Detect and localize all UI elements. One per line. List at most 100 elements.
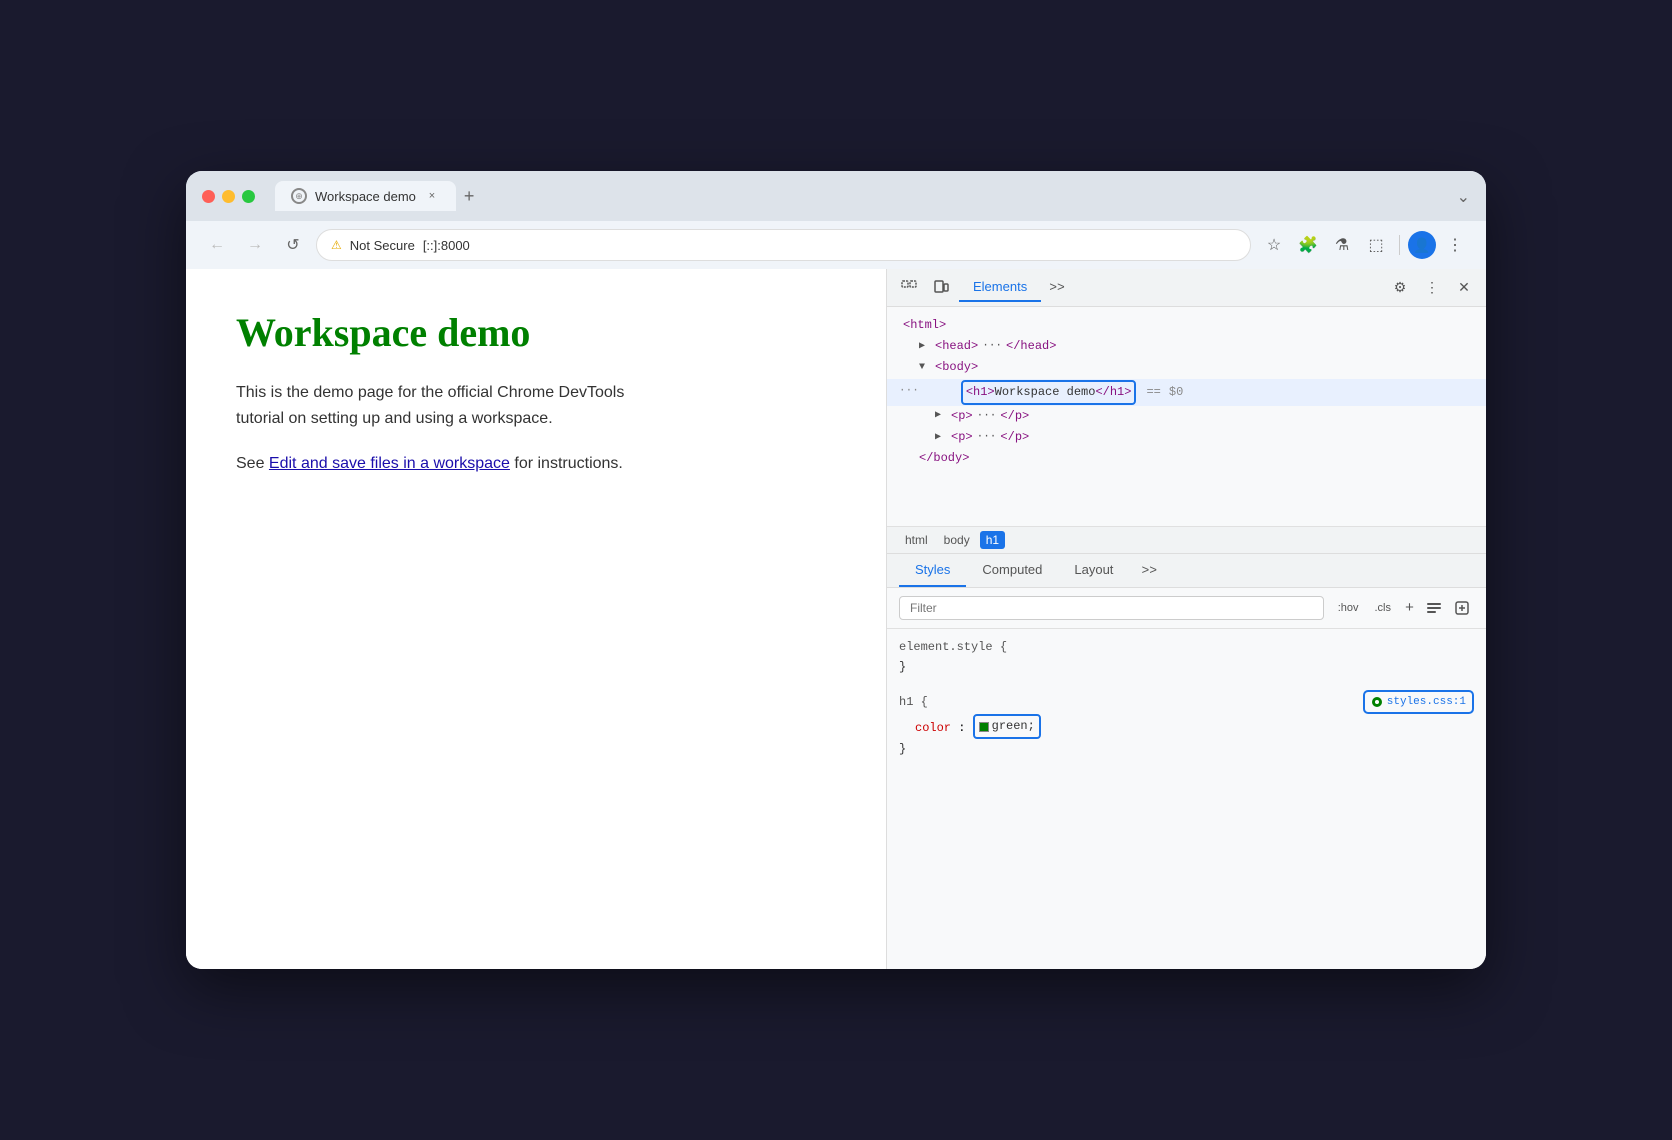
tab-title: Workspace demo [315,189,416,204]
styles-tab-layout[interactable]: Layout [1058,554,1129,587]
dom-h1-close-tag: </h1> [1095,383,1131,402]
filter-hov-button[interactable]: :hov [1332,599,1365,617]
devtools-more-button[interactable]: ⋮ [1418,274,1446,302]
css-rule-h1: h1 { styles.css:1 color : green; [899,690,1474,760]
dom-p1-triangle[interactable]: ▶ [935,408,947,424]
extensions-button[interactable]: 🧩 [1293,230,1323,260]
dom-body-line[interactable]: ▼ <body> [887,357,1486,378]
dom-p2-triangle[interactable]: ▶ [935,430,947,446]
styles-panel: Styles Computed Layout >> :hov .cls [887,554,1486,969]
tab-menu-button[interactable]: ⌄ [1457,187,1470,207]
tab-elements[interactable]: Elements [959,273,1041,302]
filter-input[interactable] [899,596,1324,620]
dom-h1-equals: == [1146,383,1160,402]
css-property-name-color: color [915,722,951,736]
dom-p2-tag: <p> [951,428,973,447]
dom-p1-line[interactable]: ▶ <p> ··· </p> [887,406,1486,427]
devtools-tabs: Elements >> [959,273,1382,302]
css-h1-property-row: color : green; [899,714,1474,739]
forward-button[interactable]: → [240,230,270,260]
tab-more[interactable]: >> [1041,274,1073,301]
dom-p1-ellipsis: ··· [977,408,997,426]
filter-styles-icon-1[interactable] [1422,596,1446,620]
css-h1-selector-row: h1 { styles.css:1 [899,690,1474,715]
browser-content: Workspace demo This is the demo page for… [186,269,1486,969]
dom-p1-tag: <p> [951,407,973,426]
dom-p1-close-tag: </p> [1000,407,1029,426]
dom-h1-open-tag: <h1> [966,383,995,402]
dom-p2-close-tag: </p> [1000,428,1029,447]
tab-favicon: ⊕ [291,188,307,204]
dom-body-triangle[interactable]: ▼ [919,360,931,376]
styles-tab-more[interactable]: >> [1133,555,1165,586]
title-bar: ⊕ Workspace demo × + ⌄ [186,171,1486,221]
dom-body-close-line[interactable]: </body> [887,448,1486,469]
color-swatch-green[interactable] [979,722,989,732]
styles-tab-styles[interactable]: Styles [899,554,966,587]
devtools-toolbar-right: ⚙ ⋮ ✕ [1386,274,1478,302]
dom-tree: <html> ▶ <head> ··· </head> ▼ <body> [887,307,1486,527]
filter-plus-button[interactable]: + [1401,598,1418,619]
security-text: Not Secure [350,238,415,253]
css-element-style-close: } [899,657,1474,677]
css-element-style-selector: element.style { [899,637,1474,657]
dom-html-line[interactable]: <html> [887,315,1486,336]
devtools-toolbar: Elements >> ⚙ ⋮ ✕ [887,269,1486,307]
maximize-button[interactable] [242,190,255,203]
labs-button[interactable]: ⚗ [1327,230,1357,260]
bookmark-button[interactable]: ☆ [1259,230,1289,260]
dom-body-close-tag: </body> [919,449,969,468]
css-selector-text: element.style { [899,640,1007,654]
navigation-bar: ← → ↺ ⚠ Not Secure [::]:8000 ☆ 🧩 ⚗ ⬚ 👤 ⋮ [186,221,1486,269]
new-tab-button[interactable]: + [456,186,483,207]
dom-head-triangle[interactable]: ▶ [919,339,931,355]
breadcrumb-h1[interactable]: h1 [980,531,1005,549]
breadcrumb-bar: html body h1 [887,527,1486,554]
tab-close-button[interactable]: × [424,188,440,204]
reload-button[interactable]: ↺ [278,230,308,260]
inspector-button[interactable] [895,274,923,302]
dom-head-line[interactable]: ▶ <head> ··· </head> [887,336,1486,357]
dom-head-ellipsis: ··· [982,338,1002,356]
workspace-link[interactable]: Edit and save files in a workspace [269,455,510,472]
nav-actions: ☆ 🧩 ⚗ ⬚ 👤 ⋮ [1259,230,1470,260]
dom-p2-ellipsis: ··· [977,429,997,447]
active-tab[interactable]: ⊕ Workspace demo × [275,181,456,211]
url-display: [::]:8000 [423,238,470,253]
breadcrumb-body[interactable]: body [938,531,976,549]
device-toolbar-button[interactable] [927,274,955,302]
css-source-link[interactable]: styles.css:1 [1363,690,1474,715]
css-h1-close: } [899,739,1474,759]
security-icon: ⚠ [331,238,342,252]
filter-styles-icon-2[interactable] [1450,596,1474,620]
css-close-brace: } [899,660,906,674]
sidebar-button[interactable]: ⬚ [1361,230,1391,260]
webpage-area: Workspace demo This is the demo page for… [186,269,886,969]
dom-p2-line[interactable]: ▶ <p> ··· </p> [887,427,1486,448]
styles-tab-computed[interactable]: Computed [966,554,1058,587]
css-rule-element-style: element.style { } [899,637,1474,678]
back-button[interactable]: ← [202,230,232,260]
filter-actions: :hov .cls + [1332,596,1474,620]
address-bar[interactable]: ⚠ Not Secure [::]:8000 [316,229,1251,261]
devtools-panel: Elements >> ⚙ ⋮ ✕ <html> [886,269,1486,969]
css-h1-selector: h1 { [899,692,928,712]
nav-divider [1399,235,1400,255]
browser-window: ⊕ Workspace demo × + ⌄ ← → ↺ ⚠ Not Secur… [186,171,1486,969]
dom-h1-highlighted: <h1>Workspace demo</h1> [961,380,1137,405]
menu-button[interactable]: ⋮ [1440,230,1470,260]
filter-cls-button[interactable]: .cls [1368,599,1397,617]
css-property-value-green: green; [992,716,1035,736]
styles-tabs: Styles Computed Layout >> [887,554,1486,588]
css-h1-close-brace: } [899,742,906,756]
dom-h1-line[interactable]: ··· <h1>Workspace demo</h1> == $0 [887,379,1486,406]
dom-h1-dollar: $0 [1169,383,1183,402]
close-button[interactable] [202,190,215,203]
profile-button[interactable]: 👤 [1408,231,1436,259]
devtools-settings-button[interactable]: ⚙ [1386,274,1414,302]
devtools-close-button[interactable]: ✕ [1450,274,1478,302]
dom-head-close-tag: </head> [1006,337,1056,356]
breadcrumb-html[interactable]: html [899,531,934,549]
minimize-button[interactable] [222,190,235,203]
css-rules: element.style { } h1 { styles.css:1 [887,629,1486,779]
